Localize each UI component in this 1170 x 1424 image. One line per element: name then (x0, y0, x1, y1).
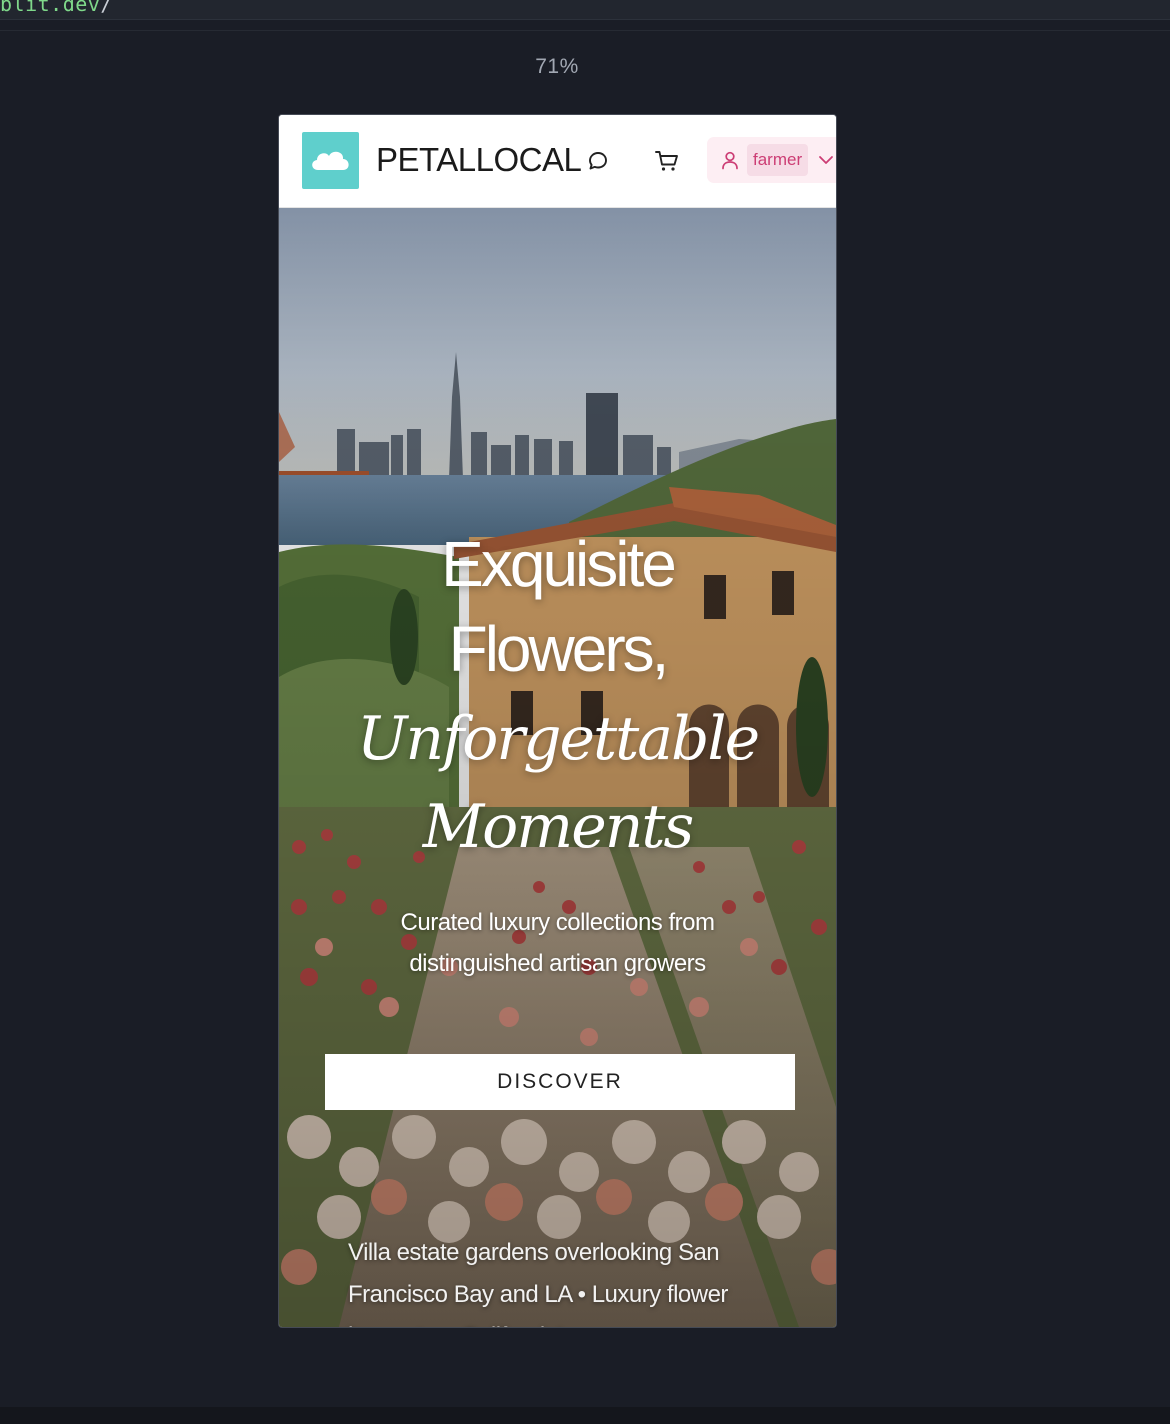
hero-title-line-3: Unforgettable (356, 704, 760, 774)
hero-caption: Villa estate gardens overlooking San Fra… (348, 1239, 728, 1327)
discover-button[interactable]: DISCOVER (325, 1054, 795, 1110)
hero-title-line-1: Exquisite (441, 528, 677, 600)
url-fragment[interactable]: blit.dev/ (0, 0, 113, 16)
user-menu-button[interactable]: farmer (707, 137, 836, 183)
user-icon (722, 151, 738, 170)
hero-subtitle: Curated luxury collections from distingu… (400, 909, 715, 977)
hero-section: Exquisite Flowers, Unforgettable Moments… (279, 207, 836, 1327)
zoom-level: 71% (535, 55, 579, 78)
divider (0, 30, 1170, 31)
brand-name[interactable]: PETALLOCAL (376, 141, 582, 179)
cloud-logo-icon (312, 151, 349, 170)
hero-title-line-2: Flowers, (448, 613, 670, 685)
bottom-bar (0, 1407, 1170, 1424)
hero-title-line-4: Moments (422, 792, 695, 862)
chevron-down-icon (819, 156, 833, 164)
browser-top-bar: blit.dev/ (0, 0, 1170, 20)
device-preview-frame: PETALLOCAL farmer Exquisite Flowers, Unf… (278, 114, 837, 1328)
hero-content: Exquisite Flowers, Unforgettable Moments… (279, 207, 836, 1327)
chat-icon[interactable] (586, 149, 610, 173)
site-header: PETALLOCAL farmer (279, 115, 836, 208)
logo[interactable] (302, 132, 359, 189)
user-name: farmer (747, 144, 809, 176)
cart-icon[interactable] (654, 149, 680, 173)
